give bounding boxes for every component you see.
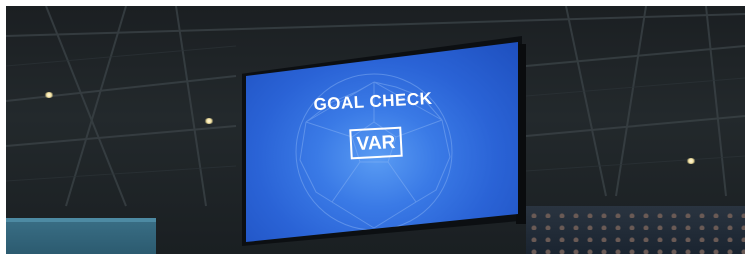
floodlight bbox=[686, 158, 696, 164]
floodlight bbox=[44, 92, 54, 98]
photo-frame: GOAL CHECK VAR bbox=[6, 6, 745, 254]
var-badge: VAR bbox=[349, 126, 403, 160]
var-badge-label: VAR bbox=[356, 131, 396, 155]
video-board-screen: GOAL CHECK VAR bbox=[246, 42, 518, 242]
stand-rail bbox=[6, 218, 156, 222]
stand-left bbox=[6, 218, 156, 254]
floodlight bbox=[204, 118, 214, 124]
crowd-right bbox=[526, 206, 745, 254]
